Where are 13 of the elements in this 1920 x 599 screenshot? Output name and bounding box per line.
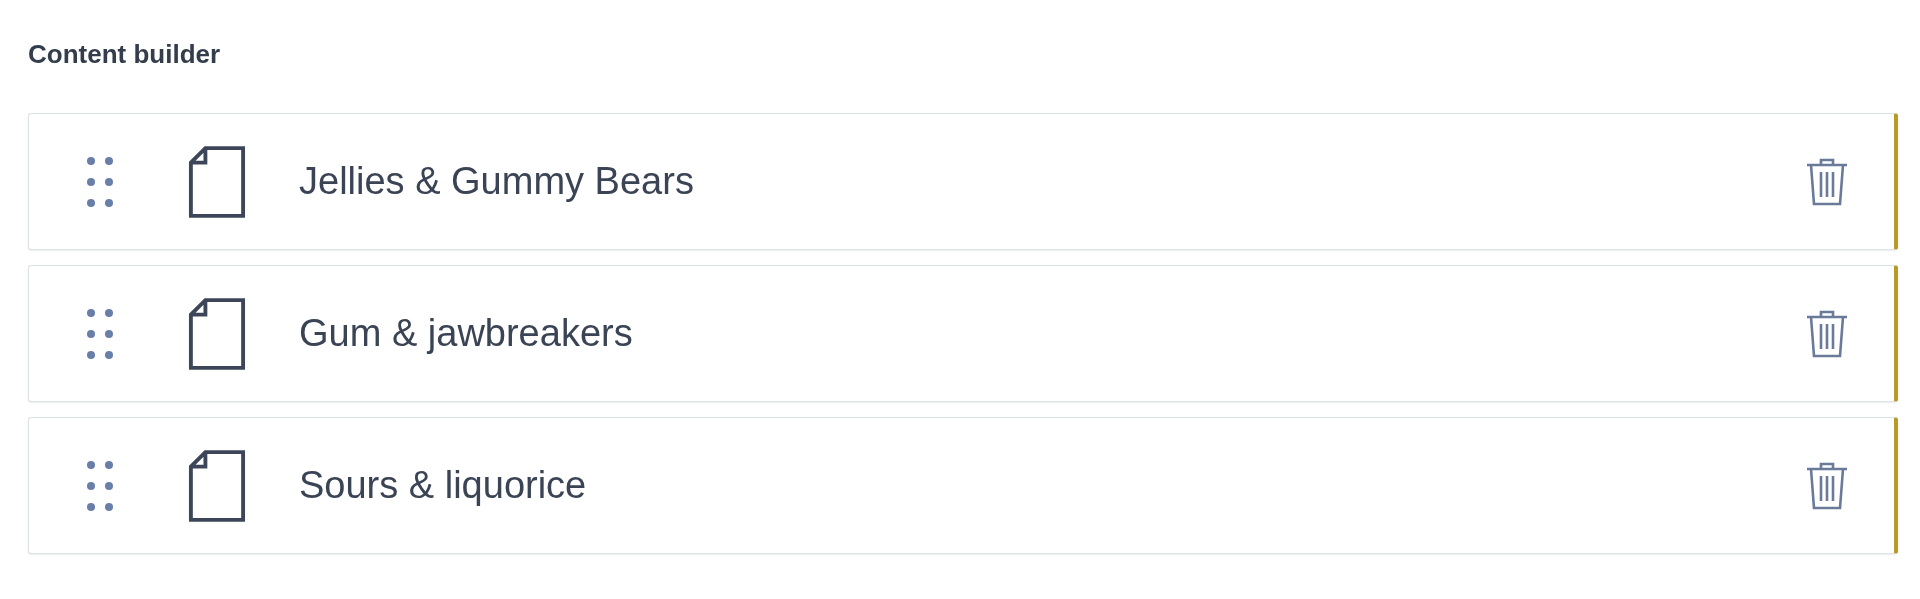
trash-icon[interactable] [1805,460,1849,511]
trash-icon[interactable] [1805,156,1849,207]
document-icon [188,448,246,523]
drag-handle-icon[interactable] [86,307,114,360]
drag-handle-icon[interactable] [86,155,114,208]
document-icon [188,144,246,219]
block-title[interactable]: Gum & jawbreakers [299,312,1805,355]
document-icon [188,296,246,371]
section-title: Content builder [28,38,222,71]
block-title[interactable]: Jellies & Gummy Bears [299,160,1805,203]
block-title[interactable]: Sours & liquorice [299,464,1805,507]
trash-icon[interactable] [1805,308,1849,359]
drag-handle-icon[interactable] [86,459,114,512]
